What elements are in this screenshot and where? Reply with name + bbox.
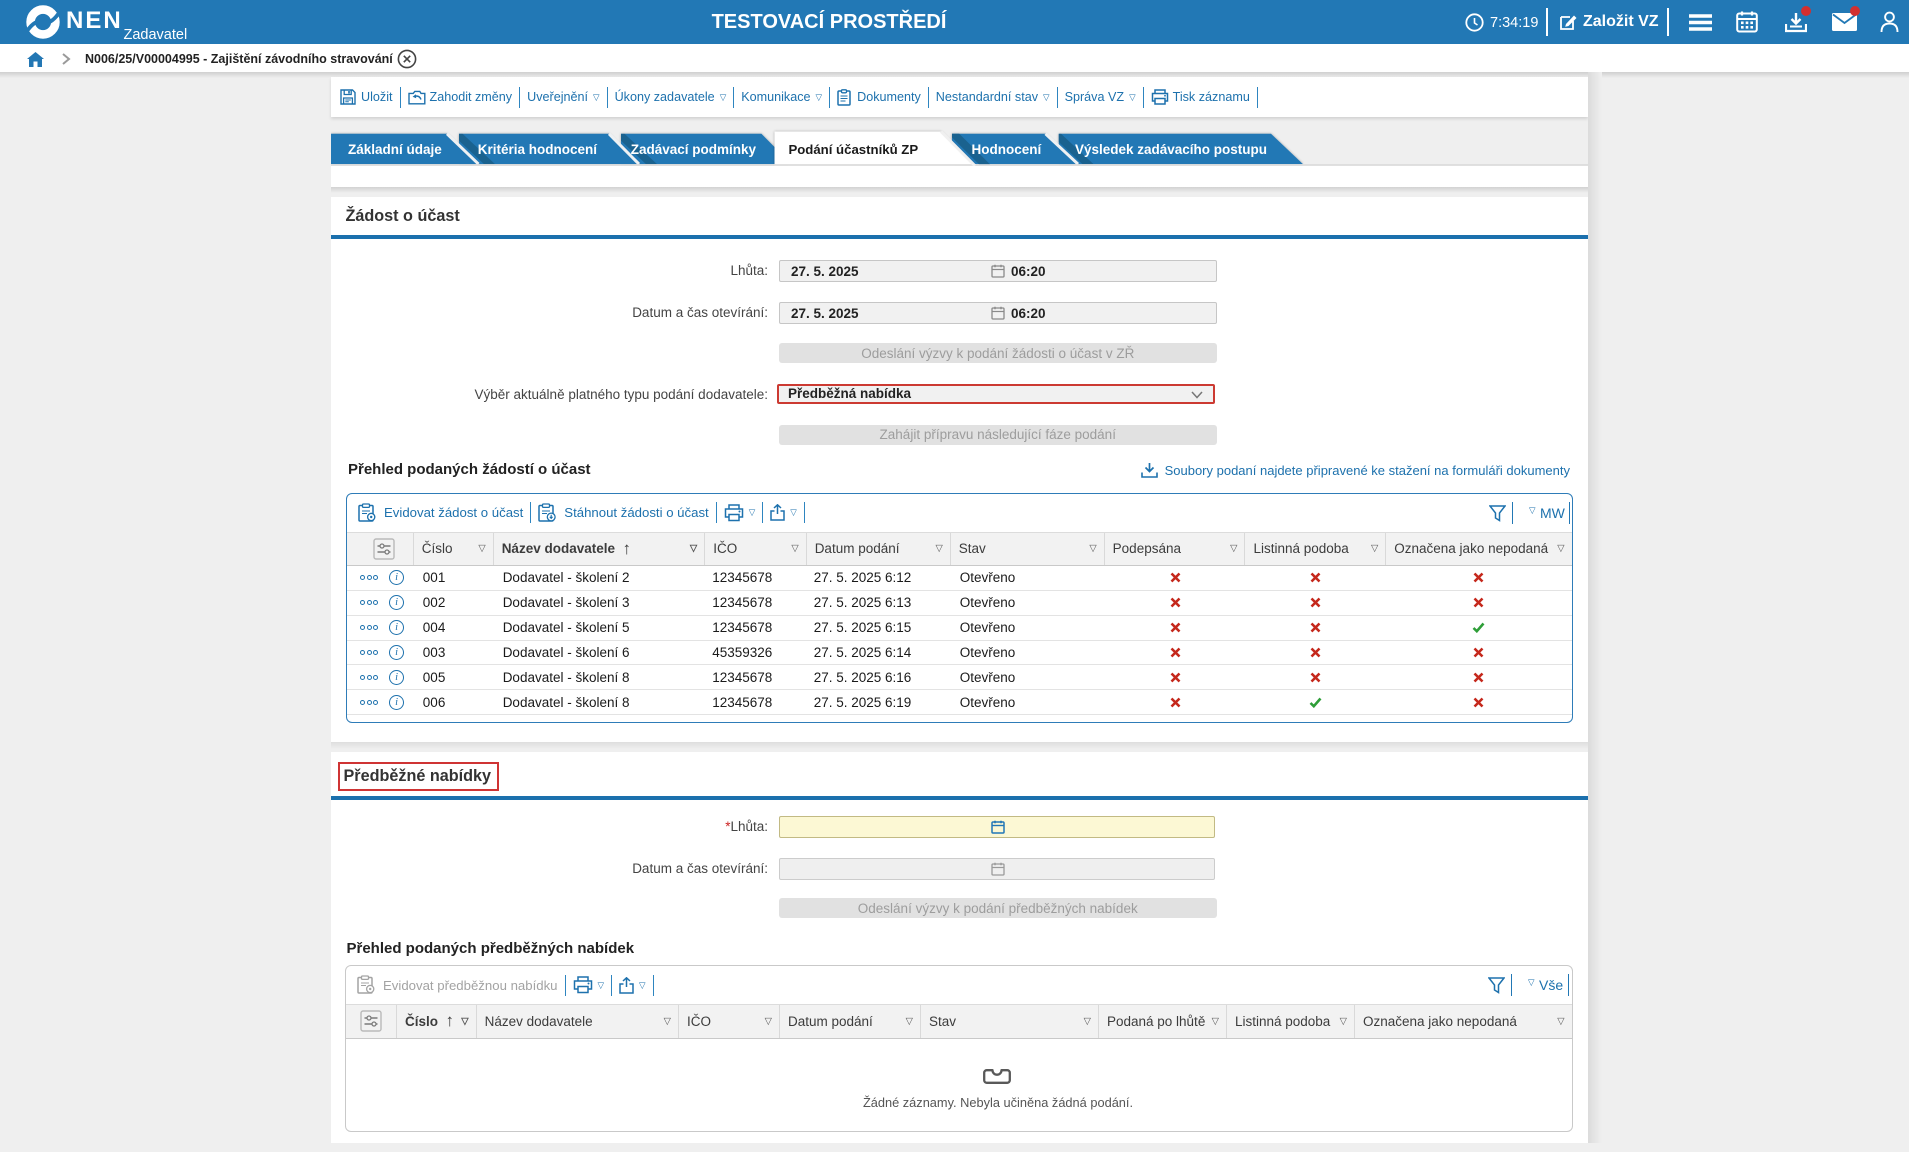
svg-text:Podání účastníků ZP: Podání účastníků ZP [788,142,918,157]
svg-text:Hodnocení: Hodnocení [972,142,1043,157]
svg-text:Zadávací podmínky: Zadávací podmínky [631,142,757,157]
svg-text:Kritéria hodnocení: Kritéria hodnocení [478,142,599,157]
svg-text:Základní údaje: Základní údaje [348,142,442,157]
svg-text:Výsledek zadávacího postupu: Výsledek zadávacího postupu [1075,142,1267,157]
